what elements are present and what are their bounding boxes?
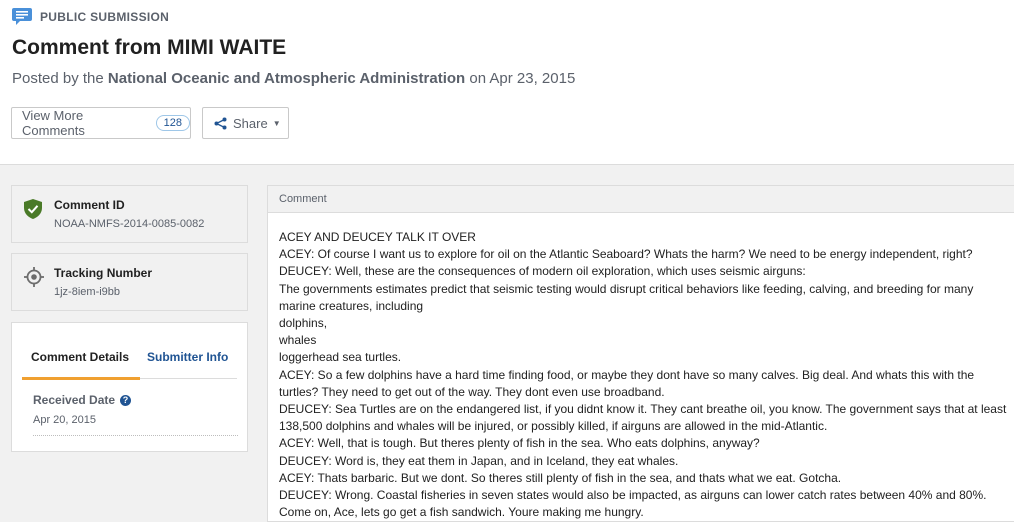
comment-line: ACEY: Of course I want us to explore for… [279,247,973,262]
help-icon[interactable]: ? [120,394,132,406]
comment-count-badge: 128 [155,115,190,131]
share-label: Share [233,115,268,131]
view-more-comments-button[interactable]: View More Comments 128 [11,107,191,139]
received-date-label-row: Received Date ? [33,393,132,407]
comment-id-box: Comment ID NOAA-NMFS-2014-0085-0082 [11,185,248,243]
view-more-comments-label: View More Comments [22,108,85,138]
document-header: PUBLIC SUBMISSION Comment from MIMI WAIT… [0,0,1014,165]
comment-line: loggerhead sea turtles. [279,350,402,365]
comment-line: ACEY: Thats barbaric. But we dont. So th… [279,470,842,485]
received-date-label: Received Date [33,393,116,407]
comment-icon [12,8,32,25]
posted-date: on Apr 23, 2015 [465,70,576,87]
comment-line: DEUCEY: Sea Turtles are on the endangere… [279,402,1007,434]
comment-line: DEUCEY: Word is, they eat them in Japan,… [279,453,679,468]
divider [33,435,238,436]
received-date-value: Apr 20, 2015 [33,414,96,426]
page-title: Comment from MIMI WAITE [12,36,287,59]
caret-down-icon: ▼ [272,118,281,128]
comment-panel: Comment ACEY AND DEUCEY TALK IT OVER ACE… [267,185,1014,522]
tracking-number-label: Tracking Number [54,266,153,280]
comment-line: Come on, Ace, lets go get a fish sandwic… [279,505,644,520]
share-icon [214,117,227,130]
comment-line: whales [279,333,317,348]
share-button[interactable]: Share ▼ [202,107,289,139]
shield-check-icon [24,199,42,224]
posted-prefix: Posted by the [12,70,108,87]
tracking-number-value: 1jz-8iem-i9bb [54,286,121,298]
details-panel: Comment Details Submitter Info Received … [11,322,248,452]
agency-name: National Oceanic and Atmospheric Adminis… [107,70,466,87]
comment-line: DEUCEY: Wrong. Coastal fisheries in seve… [279,488,987,503]
comment-line: The governments estimates predict that s… [279,281,974,313]
tracking-number-box: Tracking Number 1jz-8iem-i9bb [11,253,248,311]
tab-comment-details[interactable]: Comment Details [31,350,129,364]
comment-line: dolphins, [279,316,328,331]
comment-line: DEUCEY: Well, these are the consequences… [279,264,806,279]
crosshair-icon [24,267,44,292]
tab-submitter-info[interactable]: Submitter Info [147,350,228,364]
details-tabs: Comment Details Submitter Info [22,343,237,380]
comment-body: ACEY AND DEUCEY TALK IT OVER ACEY: Of co… [279,229,1011,521]
comment-id-value: NOAA-NMFS-2014-0085-0082 [54,218,205,230]
active-tab-indicator [22,377,140,380]
document-type-row: PUBLIC SUBMISSION [12,8,169,25]
comment-heading: Comment [268,186,1014,213]
comment-id-label: Comment ID [54,198,125,212]
comment-line: ACEY: Well, that is tough. But theres pl… [279,436,760,451]
comment-line: ACEY AND DEUCEY TALK IT OVER [279,230,476,244]
posted-by-line: Posted by the National Oceanic and Atmos… [12,70,575,87]
document-type-label: PUBLIC SUBMISSION [40,9,170,24]
comment-line: ACEY: So a few dolphins have a hard time… [279,367,975,399]
